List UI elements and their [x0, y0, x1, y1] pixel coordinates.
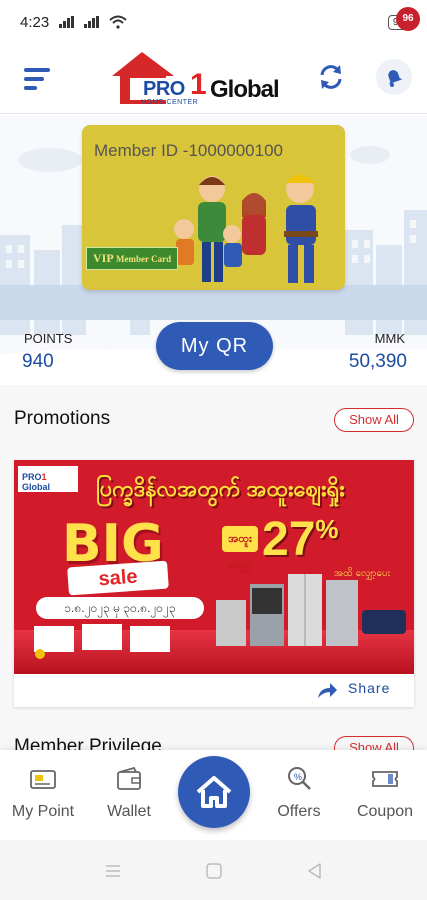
nav-label-coupon: Coupon — [356, 803, 414, 820]
nav-coupon[interactable]: Coupon — [345, 750, 425, 840]
discount-value: 27% — [262, 513, 339, 566]
member-card[interactable]: Member ID -1000000100 VIP Member Card — [82, 125, 345, 290]
signal-icon — [59, 16, 75, 28]
search-offers-icon: % — [288, 767, 311, 790]
banner-logo: PRO1 Global — [18, 466, 78, 492]
menu-button[interactable] — [24, 66, 54, 92]
member-privilege-title: Member Privilege — [14, 736, 162, 750]
nav-label-wallet: Wallet — [107, 803, 151, 820]
gift-cards-illustration — [34, 624, 170, 659]
back-icon[interactable] — [306, 862, 324, 880]
signal-icon-2 — [84, 16, 100, 28]
refresh-button[interactable] — [316, 62, 346, 92]
app-header: PRO 1 Global HOME CENTER — [0, 44, 427, 114]
bell-icon — [388, 70, 403, 87]
notifications-button[interactable] — [376, 59, 412, 95]
nav-my-point[interactable]: My Point — [3, 750, 83, 840]
logo-subtitle: HOME CENTER — [141, 99, 199, 106]
discount-prefix: အထူး လျှော့ — [222, 526, 258, 571]
mmk-value: 50,390 — [348, 351, 407, 372]
home-button[interactable] — [178, 756, 250, 828]
wallet-icon — [117, 766, 141, 790]
nav-offers[interactable]: % Offers — [259, 750, 339, 840]
share-button[interactable]: Share — [348, 680, 390, 696]
family-illustration — [174, 175, 318, 283]
points-label: POINTS — [24, 331, 73, 346]
system-navigation-bar — [0, 840, 427, 900]
recent-apps-icon[interactable] — [104, 862, 122, 880]
status-bar: 4:23 95 — [0, 0, 427, 44]
coupon-icon — [372, 771, 398, 787]
vip-label: VIP Member Card — [86, 247, 179, 270]
banner-date: ၁.၈.၂၀၂၃ မှ ၃၀.၈.၂၀၂၃ — [36, 597, 204, 619]
member-privilege-show-all-button[interactable]: Show All — [334, 736, 414, 750]
my-qr-button[interactable]: My QR — [156, 322, 273, 370]
appliances-illustration — [216, 574, 406, 646]
promotions-show-all-button[interactable]: Show All — [334, 408, 414, 432]
notification-badge: 96 — [396, 7, 420, 31]
share-icon[interactable] — [316, 680, 338, 700]
points-value: 940 — [22, 351, 54, 372]
banner-sale-text: sale — [67, 560, 169, 596]
nav-label-my-point: My Point — [11, 803, 75, 820]
promotion-card[interactable]: PRO1 Global ပြက္ခဒိန်လအတွက် အထူးဈေးရှိုး… — [14, 460, 414, 707]
system-home-icon[interactable] — [205, 862, 223, 880]
home-icon — [196, 776, 232, 808]
nav-label-offers: Offers — [277, 803, 321, 820]
promotions-title: Promotions — [14, 408, 111, 429]
logo-pro-text: PRO — [143, 78, 185, 100]
brand-logo: PRO 1 Global HOME CENTER — [108, 48, 292, 110]
refresh-icon — [320, 65, 342, 89]
mmk-label: MMK — [374, 331, 405, 346]
status-time: 4:23 — [20, 13, 50, 31]
nav-wallet[interactable]: Wallet — [89, 750, 169, 840]
promotion-banner[interactable]: PRO1 Global ပြက္ခဒိန်လအတွက် အထူးဈေးရှိုး… — [14, 460, 414, 674]
logo-global-text: Global — [210, 76, 280, 103]
logo-one-text: 1 — [190, 68, 207, 101]
wifi-icon — [109, 15, 127, 29]
banner-headline: ပြက္ခဒိန်လအတွက် အထူးဈေးရှိုး — [96, 476, 345, 501]
points-card-icon — [30, 770, 56, 789]
svg-text:%: % — [294, 772, 302, 782]
member-id: Member ID -1000000100 — [94, 141, 284, 160]
